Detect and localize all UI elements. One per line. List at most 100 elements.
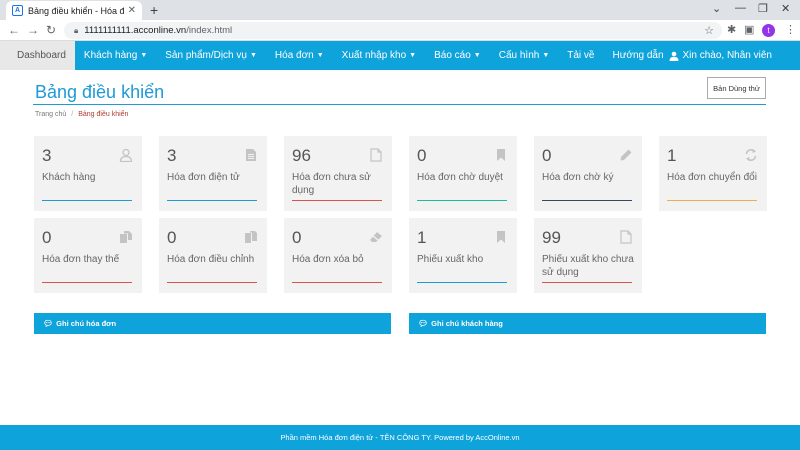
breadcrumb-home[interactable]: Trang chủ	[35, 111, 66, 118]
chevron-down-icon[interactable]: ⌄	[712, 2, 721, 15]
stat-accent-line	[167, 200, 257, 201]
close-window-icon[interactable]: ✕	[781, 2, 790, 15]
panel-title: Ghi chú khách hàng	[431, 319, 503, 328]
stat-value: 99	[542, 228, 561, 247]
customer-notes-panel[interactable]: 💬︎ Ghi chú khách hàng	[409, 313, 766, 334]
stat-label: Phiếu xuất kho	[417, 254, 484, 265]
stat-card-unused-invoices[interactable]: 96 Hóa đơn chưa sử dụng	[284, 136, 392, 211]
caret-down-icon: ▼	[409, 52, 417, 59]
nav-dashboard[interactable]: Dashboard	[0, 41, 75, 70]
nav-label: Cấu hình	[498, 50, 540, 61]
stat-value: 0	[542, 146, 552, 165]
stat-value: 0	[292, 228, 302, 247]
new-tab-icon[interactable]: +	[150, 2, 158, 18]
stat-accent-line	[292, 282, 382, 283]
restore-icon[interactable]: ❐	[758, 2, 768, 15]
pencil-icon	[620, 149, 632, 161]
stat-card-cancelled[interactable]: 0 Hóa đơn xóa bỏ	[284, 218, 392, 293]
breadcrumb-current: Bảng điều khiển	[78, 111, 129, 118]
copy-icon	[120, 231, 132, 243]
stat-label: Hóa đơn điều chỉnh	[167, 254, 255, 265]
stat-accent-line	[542, 200, 632, 201]
stat-value: 3	[42, 146, 52, 165]
stat-label: Hóa đơn chuyển đổi	[667, 172, 757, 183]
caret-down-icon: ▼	[542, 52, 550, 59]
file-icon	[620, 230, 632, 244]
trial-button[interactable]: Bản Dùng thử	[707, 77, 766, 99]
stat-value: 3	[167, 146, 177, 165]
stat-accent-line	[542, 282, 632, 283]
nav-label: Báo cáo	[434, 50, 471, 61]
stat-label: Hóa đơn chờ ký	[542, 172, 614, 183]
stat-accent-line	[42, 282, 132, 283]
nav-label: Khách hàng	[83, 50, 138, 61]
profile-avatar[interactable]: t	[762, 24, 775, 37]
lock-icon: 🔒︎	[74, 25, 79, 35]
stat-card-converted[interactable]: 1 Hóa đơn chuyển đổi	[659, 136, 767, 211]
stat-card-unused-delivery-note[interactable]: 99 Phiếu xuất kho chưa sử dụng	[534, 218, 642, 293]
footer-text: Phần mềm Hóa đơn điện tử - TÊN CÔNG TY. …	[280, 433, 520, 442]
reload-icon[interactable]: ↻	[46, 23, 56, 37]
nav-inventory[interactable]: Xuất nhập kho ▼	[333, 41, 425, 70]
user-icon	[669, 51, 679, 61]
nav-downloads[interactable]: Tải về	[558, 41, 603, 70]
stat-card-delivery-note[interactable]: 1 Phiếu xuất kho	[409, 218, 517, 293]
stat-accent-line	[417, 200, 507, 201]
nav-label: Hóa đơn	[274, 50, 314, 61]
extensions-icon[interactable]: ✱	[727, 23, 736, 36]
stat-card-pending-sign[interactable]: 0 Hóa đơn chờ ký	[534, 136, 642, 211]
url-input[interactable]: 🔒︎ 1111111111.acconline.vn/index.html ☆	[64, 22, 722, 39]
stat-card-pending-approval[interactable]: 0 Hóa đơn chờ duyệt	[409, 136, 517, 211]
nav-label: Tải về	[567, 50, 595, 61]
star-icon[interactable]: ☆	[704, 24, 714, 37]
main-navbar: Dashboard Khách hàng ▼ Sản phẩm/Dịch vụ ▼ …	[0, 41, 800, 70]
user-icon	[119, 148, 133, 162]
nav-invoices[interactable]: Hóa đơn ▼	[266, 41, 333, 70]
stat-label: Hóa đơn điện tử	[167, 172, 240, 183]
stat-value: 96	[292, 146, 311, 165]
stat-label: Hóa đơn thay thế	[42, 254, 120, 265]
caret-down-icon: ▼	[316, 52, 324, 59]
browser-tab[interactable]: A Bảng điều khiển - Hóa đơn điện ✕	[6, 1, 142, 20]
panel-title: Ghi chú hóa đơn	[56, 319, 117, 328]
nav-help[interactable]: Hướng dẫn	[604, 41, 673, 70]
comment-icon: 💬︎	[418, 319, 429, 328]
tab-title: Bảng điều khiển - Hóa đơn điện	[28, 5, 124, 16]
stat-card-adjustment[interactable]: 0 Hóa đơn điều chỉnh	[159, 218, 267, 293]
file-icon	[370, 148, 382, 162]
nav-products[interactable]: Sản phẩm/Dịch vụ ▼	[156, 41, 266, 70]
stat-value: 0	[167, 228, 177, 247]
caret-down-icon: ▼	[140, 52, 148, 59]
url-host: 1111111111.acconline.vn	[84, 25, 187, 36]
comment-icon: 💬︎	[43, 319, 54, 328]
stat-card-e-invoices[interactable]: 3 Hóa đơn điện tử	[159, 136, 267, 211]
sidepanel-icon[interactable]: ▣	[744, 23, 754, 36]
stat-value: 0	[417, 146, 427, 165]
clipboard-icon	[245, 231, 257, 243]
menu-icon[interactable]: ⋮	[785, 23, 796, 36]
stat-label: Khách hàng	[42, 172, 96, 183]
stat-value: 0	[42, 228, 52, 247]
minimize-icon[interactable]: —	[735, 2, 746, 14]
nav-settings[interactable]: Cấu hình ▼	[490, 41, 559, 70]
stat-accent-line	[42, 200, 132, 201]
nav-label: Xuất nhập kho	[341, 50, 407, 61]
url-path: /index.html	[186, 25, 233, 36]
refresh-icon	[745, 149, 757, 161]
stat-label: Hóa đơn xóa bỏ	[292, 254, 364, 265]
stat-card-customers[interactable]: 3 Khách hàng	[34, 136, 142, 211]
stat-accent-line	[667, 200, 757, 201]
nav-reports[interactable]: Báo cáo ▼	[425, 41, 490, 70]
stat-card-replacement[interactable]: 0 Hóa đơn thay thế	[34, 218, 142, 293]
bookmark-icon	[497, 231, 505, 243]
stat-value: 1	[417, 228, 427, 247]
stat-accent-line	[292, 200, 382, 201]
invoice-notes-panel[interactable]: 💬︎ Ghi chú hóa đơn	[34, 313, 391, 334]
nav-customers[interactable]: Khách hàng ▼	[75, 41, 156, 70]
user-menu[interactable]: Xin chào, Nhân viên	[669, 41, 772, 70]
nav-label: Hướng dẫn	[612, 50, 664, 61]
back-icon[interactable]: ←	[8, 23, 20, 37]
close-icon[interactable]: ✕	[128, 5, 136, 16]
forward-icon[interactable]: →	[27, 23, 39, 37]
favicon-icon: A	[12, 5, 23, 16]
